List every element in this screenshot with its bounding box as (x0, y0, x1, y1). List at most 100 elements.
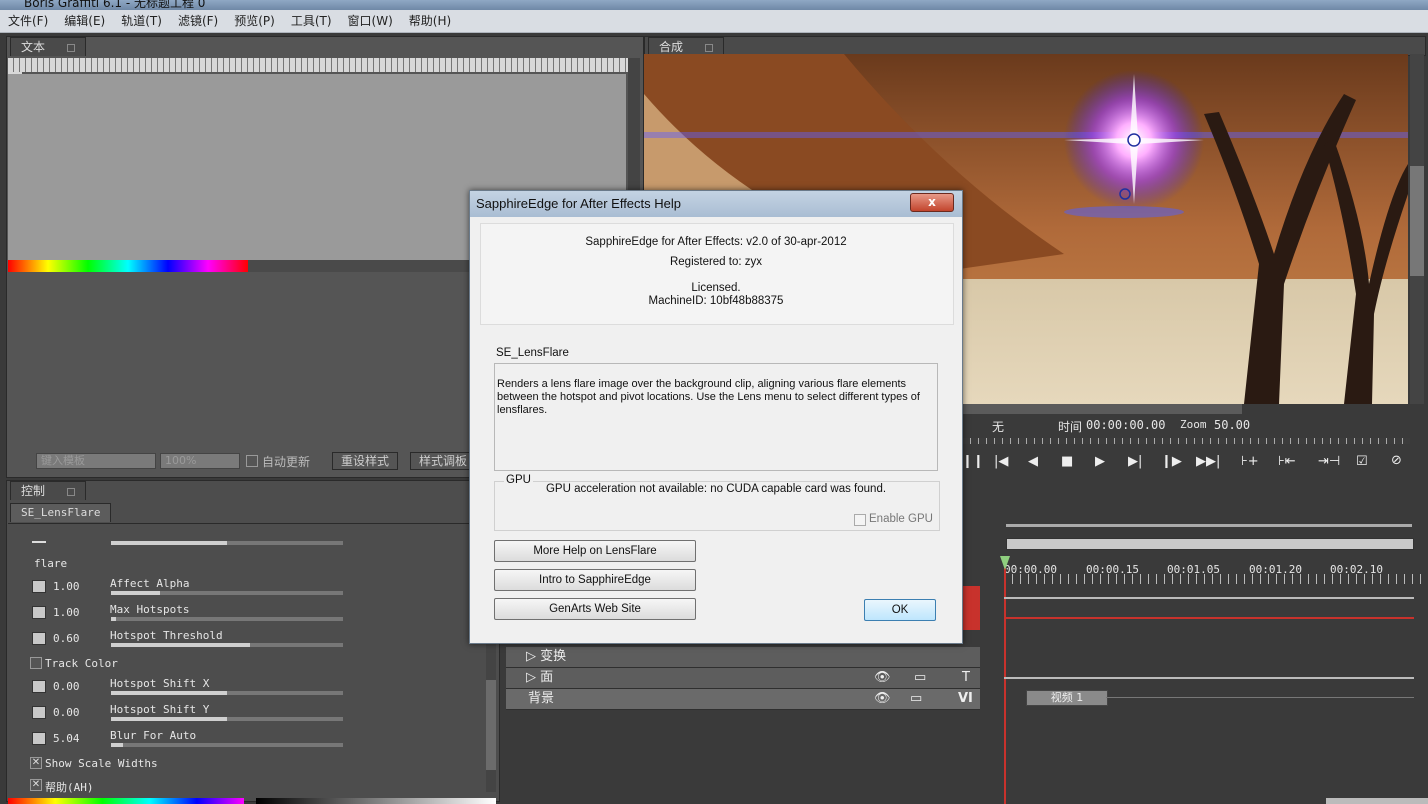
menu-window[interactable]: 窗口(W) (340, 10, 401, 32)
track-color-label: Track Color (45, 657, 118, 670)
playhead-marker-icon[interactable] (1000, 556, 1010, 570)
disable-icon[interactable]: ⊘ (1391, 453, 1402, 468)
menu-bar: 文件(F) 编辑(E) 轨道(T) 滤镜(F) 预览(P) 工具(T) 窗口(W) 帮助(H) (0, 10, 1428, 33)
go-start-icon[interactable]: |◀ (994, 454, 1008, 469)
eye-icon[interactable]: 👁 (874, 668, 891, 688)
timeline-time-2: 00:01.05 (1167, 563, 1220, 576)
param-value[interactable]: 0.00 (53, 680, 80, 693)
tab-control[interactable]: 控制 (10, 481, 87, 500)
panel-menu-icon[interactable] (705, 43, 714, 52)
effect-description-box[interactable]: Renders a lens flare image over the back… (494, 363, 938, 471)
param-value[interactable]: 0.00 (53, 706, 80, 719)
tab-text[interactable]: 文本 (10, 37, 87, 56)
clip-line (1106, 697, 1414, 698)
gpu-message: GPU acceleration not available: no CUDA … (545, 483, 887, 495)
enable-gpu-checkbox[interactable] (854, 514, 866, 526)
param-value[interactable]: 1.00 (53, 606, 80, 619)
menu-filter[interactable]: 滤镜(F) (170, 10, 226, 32)
text-tool-icon[interactable]: T (962, 668, 970, 688)
ok-button[interactable]: OK (864, 599, 936, 621)
add-marker-icon[interactable]: ⊦+ (1241, 454, 1259, 469)
work-area-bar[interactable] (1006, 538, 1414, 550)
zoom-input[interactable]: 100% (160, 453, 240, 469)
param-color-swatch[interactable] (32, 732, 46, 745)
auto-update-checkbox[interactable] (246, 455, 258, 467)
app-titlebar: Boris Graffiti 6.1 - 无标题工程 0 (0, 0, 1428, 10)
timeline-time-4: 00:02.10 (1330, 563, 1383, 576)
loop-toggle-icon[interactable]: ☑ (1356, 454, 1368, 469)
expand-triangle-icon[interactable]: ▷ (526, 649, 536, 664)
menu-tools[interactable]: 工具(T) (283, 10, 340, 32)
play-pause-icon[interactable]: ❙❙ (962, 454, 984, 469)
timeline-time-3: 00:01.20 (1249, 563, 1302, 576)
reset-style-button[interactable]: 重设样式 (332, 452, 399, 470)
timeline-hscroll[interactable] (1326, 798, 1428, 804)
param-color-swatch[interactable] (32, 632, 46, 645)
timeline-time-0: 00:00.00 (1004, 563, 1057, 576)
registered-line: Registered to: zyx (669, 256, 763, 268)
machine-id-line: MachineID: 10bf48b88375 (648, 295, 784, 307)
next-frame-icon[interactable]: ❙▶ (1161, 454, 1182, 469)
mark-out-icon[interactable]: ⇥⊣ (1318, 454, 1340, 469)
step-back-icon[interactable]: ◀ (1028, 454, 1038, 469)
flare-label: flare (34, 557, 68, 570)
composite-hscroll[interactable] (962, 404, 1242, 414)
composite-scrollbar[interactable] (1410, 54, 1424, 404)
video-clip[interactable]: 视频 1 (1026, 690, 1108, 706)
track-color-checkbox[interactable] (30, 657, 42, 669)
param-value[interactable]: 1.00 (53, 580, 80, 593)
color-strip-bottom[interactable] (8, 798, 244, 804)
preview-timebar[interactable] (962, 438, 1410, 444)
param-slider[interactable] (111, 591, 343, 595)
monitor-icon[interactable]: ▭ (914, 668, 926, 688)
composite-tabbar (644, 36, 1426, 56)
subtab-lensflare[interactable]: SE_LensFlare (10, 503, 112, 522)
help-checkbox[interactable]: ✕ (30, 779, 42, 791)
param-value[interactable]: 5.04 (53, 732, 80, 745)
menu-preview[interactable]: 预览(P) (226, 10, 283, 32)
help-dialog: SapphireEdge for After Effects Help x Sa… (469, 190, 963, 644)
menu-help[interactable]: 帮助(H) (401, 10, 459, 32)
panel-menu-icon[interactable] (67, 487, 76, 496)
track-background[interactable]: 背景 👁 ▭ VI (506, 689, 980, 710)
version-line: SapphireEdge for After Effects: v2.0 of … (585, 236, 847, 248)
param-value[interactable]: 0.60 (53, 632, 80, 645)
menu-track[interactable]: 轨道(T) (113, 10, 170, 32)
param-color-swatch[interactable] (32, 606, 46, 619)
param-slider[interactable] (111, 743, 343, 747)
monitor-icon[interactable]: ▭ (910, 689, 922, 709)
param-slider[interactable] (111, 691, 343, 695)
app-title: Boris Graffiti 6.1 - 无标题工程 0 (24, 0, 206, 10)
panel-menu-icon[interactable] (67, 43, 76, 52)
menu-edit[interactable]: 编辑(E) (56, 10, 113, 32)
param-slider[interactable] (111, 717, 343, 721)
param-slider-fill (111, 743, 123, 747)
track-transform[interactable]: ▷ 变换 (506, 647, 980, 668)
show-scale-widths-checkbox[interactable]: ✕ (30, 757, 42, 769)
stop-icon[interactable]: ■ (1061, 454, 1073, 469)
mark-in-icon[interactable]: ⊦⇤ (1278, 454, 1296, 469)
gray-strip-bottom[interactable] (256, 798, 496, 804)
param-slider[interactable] (111, 617, 343, 621)
color-palette-strip[interactable] (8, 260, 248, 272)
flare-slider[interactable] (111, 541, 343, 545)
step-forward-icon[interactable]: ▶| (1128, 454, 1142, 469)
web-site-button[interactable]: GenArts Web Site (494, 598, 696, 620)
param-color-swatch[interactable] (32, 706, 46, 719)
template-input[interactable]: 键入模板 (36, 453, 156, 469)
go-end-icon[interactable]: ▶▶| (1196, 454, 1220, 469)
expand-triangle-icon[interactable]: ▷ (526, 670, 536, 685)
track-face[interactable]: ▷ 面 👁 ▭ T (506, 668, 980, 689)
collapse-dash-icon[interactable] (32, 541, 46, 543)
more-help-button[interactable]: More Help on LensFlare (494, 540, 696, 562)
dialog-close-button[interactable]: x (910, 193, 954, 212)
menu-file[interactable]: 文件(F) (0, 10, 56, 32)
param-slider[interactable] (111, 643, 343, 647)
eye-icon[interactable]: 👁 (874, 689, 891, 709)
param-color-swatch[interactable] (32, 580, 46, 593)
dialog-titlebar[interactable]: SapphireEdge for After Effects Help (470, 191, 962, 217)
intro-button[interactable]: Intro to SapphireEdge (494, 569, 696, 591)
param-slider-fill (111, 643, 251, 647)
play-icon[interactable]: ▶ (1095, 454, 1105, 469)
param-color-swatch[interactable] (32, 680, 46, 693)
